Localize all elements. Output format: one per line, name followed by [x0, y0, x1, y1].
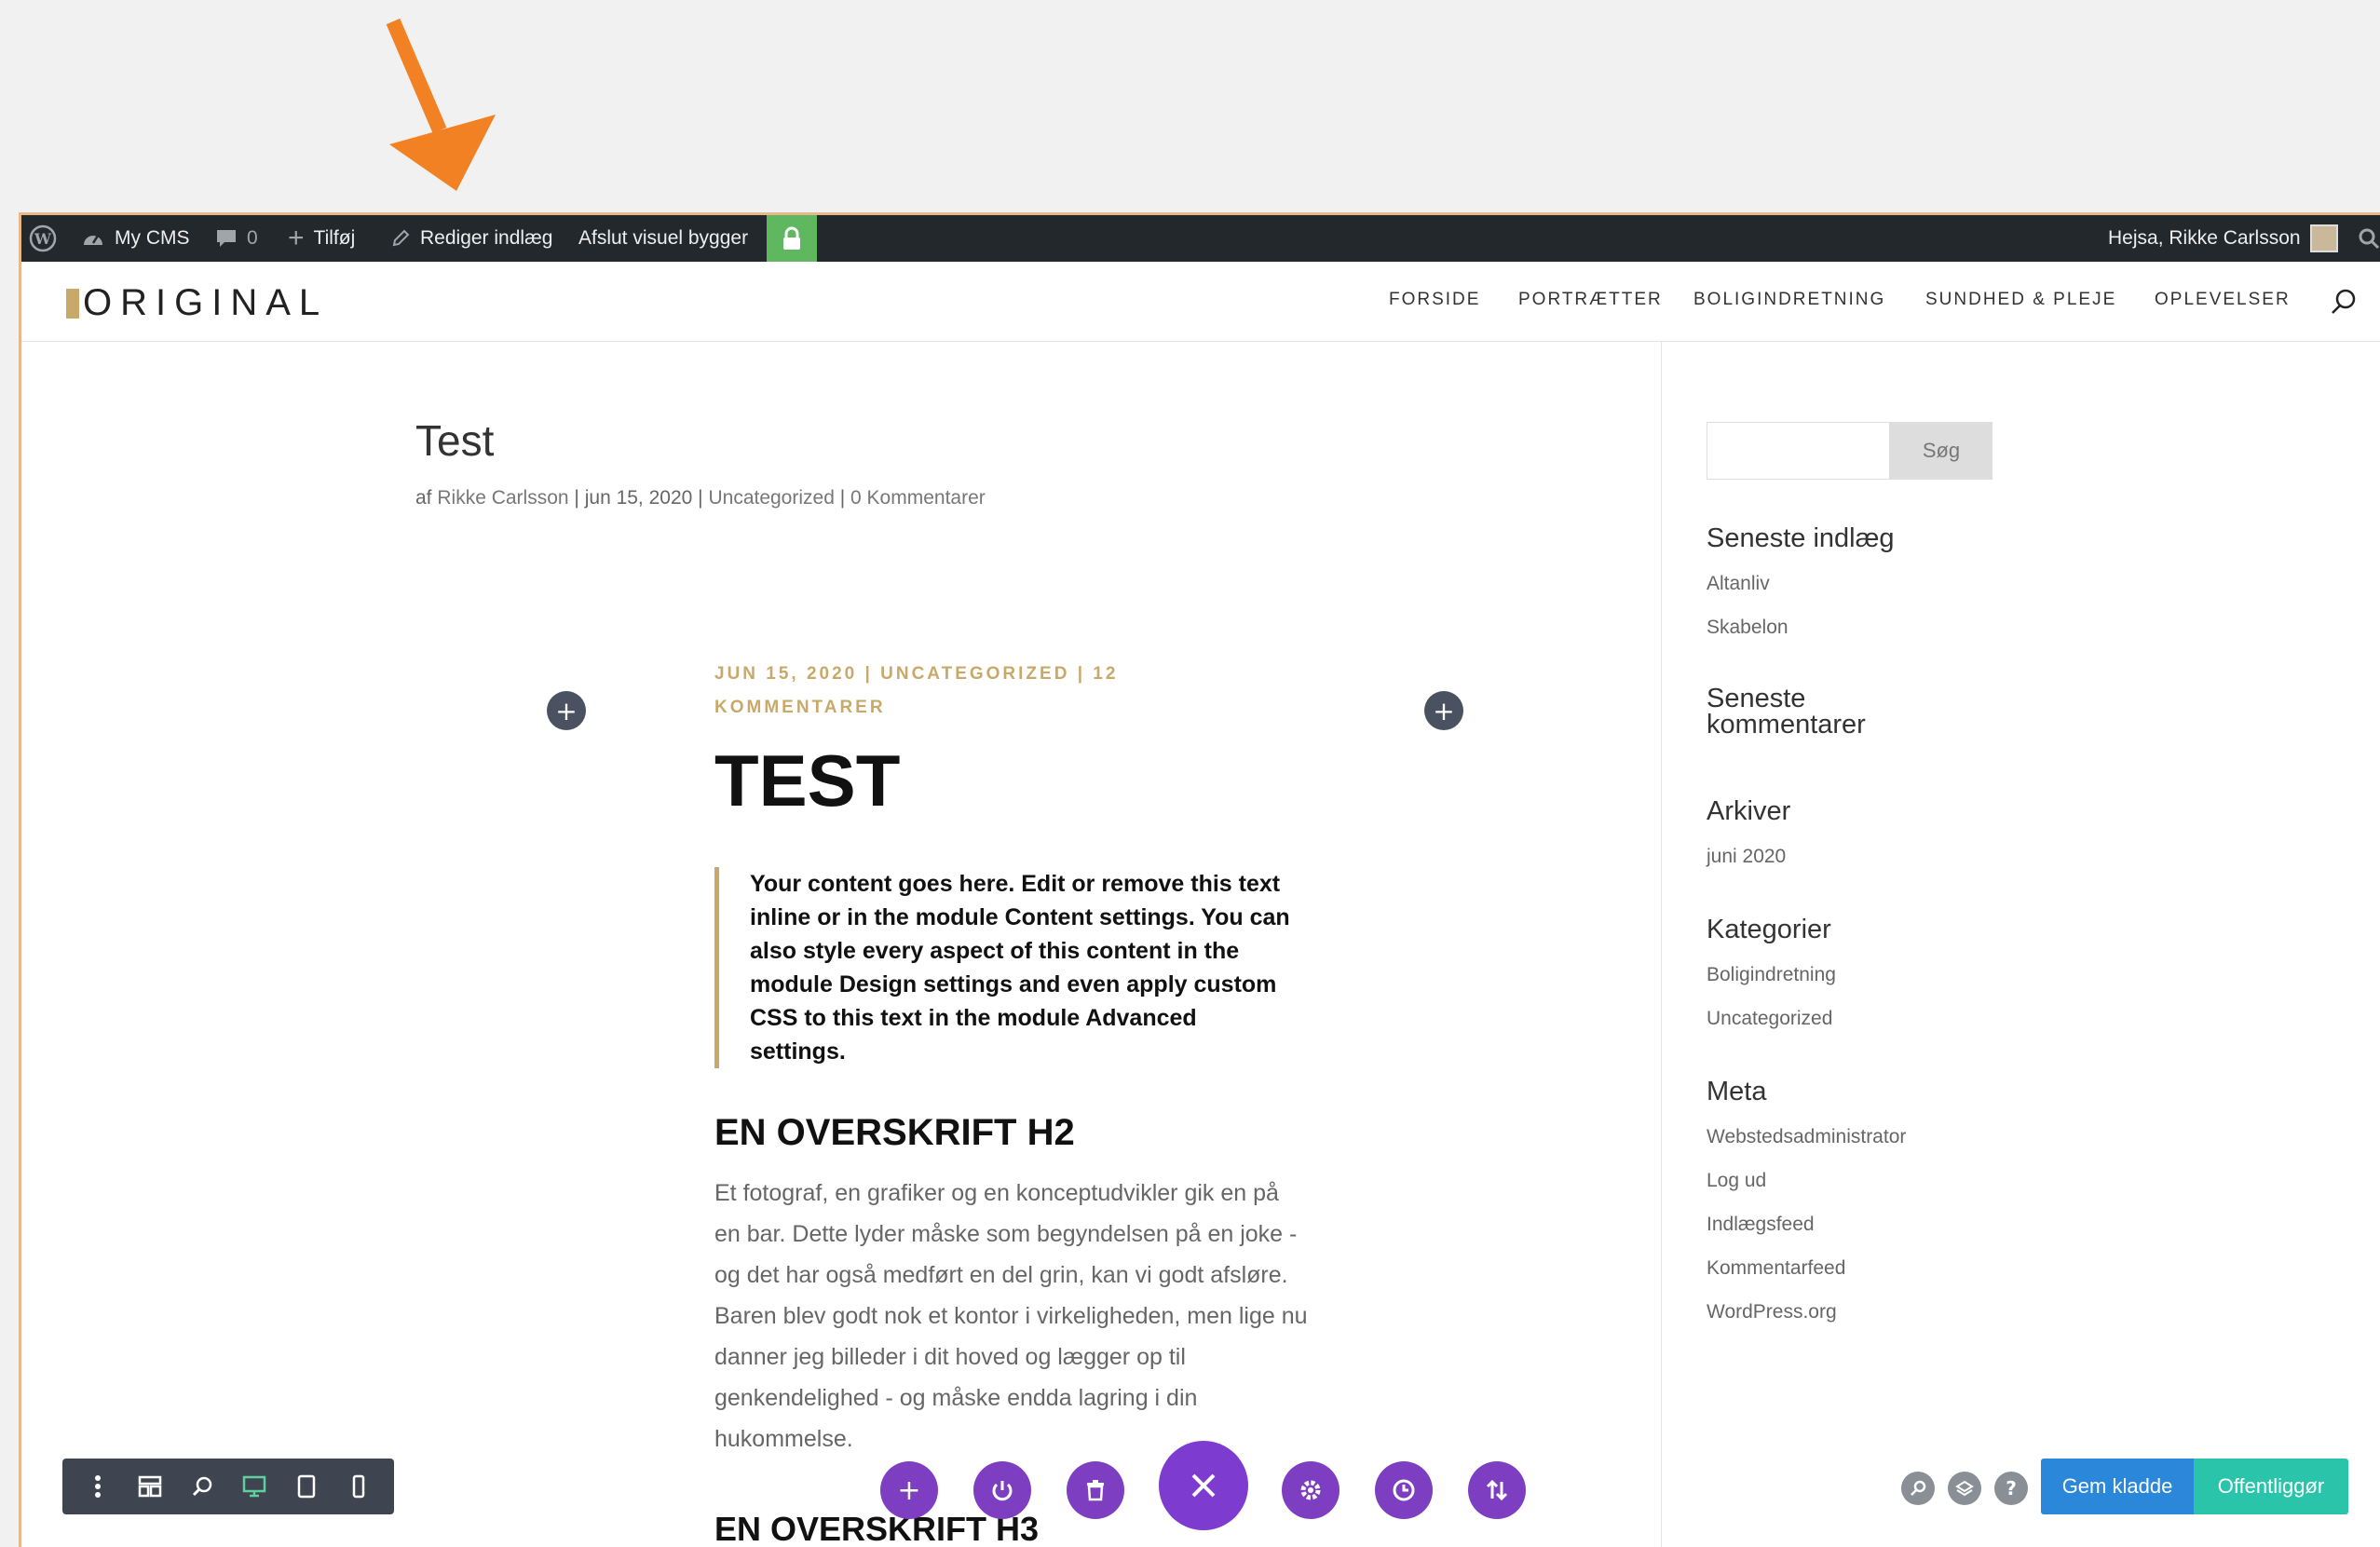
meta-separator: | [698, 487, 709, 509]
pencil-icon [392, 229, 410, 247]
logo-mark [66, 288, 79, 319]
meta-link[interactable]: WordPress.org [1707, 1301, 1837, 1323]
category-link[interactable]: Boligindretning [1707, 964, 1836, 986]
wireframe-view-icon[interactable] [137, 1473, 163, 1500]
post-category-link[interactable]: Uncategorized [708, 487, 834, 509]
save-draft-button[interactable]: Gem kladde [2041, 1459, 2194, 1514]
nav-item-sundhed-pleje[interactable]: SUNDHED & PLEJE [1925, 290, 2116, 310]
help-icon[interactable]: ? [1994, 1472, 2028, 1505]
archive-link[interactable]: juni 2020 [1707, 846, 1786, 868]
clock-icon [1393, 1479, 1415, 1501]
zoom-icon[interactable] [189, 1473, 215, 1500]
site-name-label: My CMS [115, 227, 190, 249]
add-module-button[interactable]: + [880, 1461, 938, 1519]
svg-text:W: W [34, 230, 52, 248]
post-date: jun 15, 2020 [584, 487, 693, 509]
reorder-button[interactable] [1468, 1461, 1526, 1519]
widget-title-recent-posts: Seneste indlæg [1707, 523, 1895, 553]
layers-icon[interactable] [1948, 1472, 1981, 1505]
close-builder-button[interactable] [1159, 1441, 1248, 1530]
portability-button[interactable] [973, 1461, 1031, 1519]
wordpress-logo-icon[interactable]: W [29, 215, 57, 262]
module-title: TEST [714, 740, 901, 821]
more-options-icon[interactable] [85, 1473, 111, 1500]
avatar [2309, 224, 2338, 252]
plus-icon: + [288, 223, 305, 253]
widget-title-archives: Arkiver [1707, 796, 1791, 826]
nav-item-oplevelser[interactable]: OPLEVELSER [2155, 290, 2291, 310]
add-column-right-button[interactable]: + [1424, 691, 1463, 730]
tablet-view-icon[interactable] [293, 1473, 320, 1500]
nav-item-forside[interactable]: FORSIDE [1389, 290, 1480, 310]
exit-visual-builder-link[interactable]: Afslut visuel bygger [578, 215, 748, 262]
lock-button[interactable] [767, 215, 817, 262]
phone-view-icon[interactable] [346, 1473, 372, 1500]
comments-count: 0 [247, 227, 258, 249]
browser-viewport: W My CMS 0 + Tilføj Rediger indlæg Afslu… [19, 212, 2380, 1547]
annotation-arrow-down [386, 18, 496, 191]
desktop-view-icon[interactable] [241, 1473, 267, 1500]
module-blockquote[interactable]: Your content goes here. Edit or remove t… [714, 867, 1292, 1068]
history-button[interactable] [1375, 1461, 1433, 1519]
user-account-link[interactable]: Hejsa, Rikke Carlsson [2108, 215, 2338, 262]
widget-title-meta: Meta [1707, 1077, 1767, 1106]
meta-link[interactable]: Webstedsadministrator [1707, 1126, 1906, 1148]
post-meta: af Rikke Carlsson | jun 15, 2020 | Uncat… [415, 487, 986, 509]
post-author-link[interactable]: Rikke Carlsson [437, 487, 568, 509]
meta-separator: | [839, 487, 851, 509]
publish-button[interactable]: Offentliggør [2194, 1459, 2348, 1514]
logo-text: ORIGINAL [83, 282, 329, 323]
site-header: ORIGINAL FORSIDE PORTRÆTTER BOLIGINDRETN… [21, 262, 2380, 342]
post-meta-prefix: af [415, 487, 432, 509]
site-name-link[interactable]: My CMS [81, 215, 190, 262]
recent-post-link[interactable]: Altanliv [1707, 573, 1770, 595]
sidebar-search-button[interactable]: Søg [1890, 422, 1992, 480]
recent-post-link[interactable]: Skabelon [1707, 617, 1788, 639]
admin-search-icon[interactable] [2358, 215, 2380, 262]
find-icon[interactable] [1901, 1472, 1935, 1505]
search-icon[interactable] [2330, 288, 2358, 316]
sort-arrows-icon [1486, 1479, 1508, 1501]
site-logo[interactable]: ORIGINAL [66, 282, 328, 324]
admin-bar: W My CMS 0 + Tilføj Rediger indlæg Afslu… [21, 215, 2380, 262]
post-title: Test [415, 416, 495, 465]
edit-post-label: Rediger indlæg [420, 227, 553, 249]
module-post-meta: JUN 15, 2020 | UNCATEGORIZED | 12 KOMMEN… [714, 664, 1119, 717]
add-new-label: Tilføj [313, 227, 356, 249]
category-link[interactable]: Uncategorized [1707, 1008, 1832, 1030]
plus-icon: + [1433, 695, 1455, 726]
nav-item-boligindretning[interactable]: BOLIGINDRETNING [1693, 290, 1885, 310]
post-comments-link[interactable]: 0 Kommentarer [850, 487, 986, 509]
add-new-link[interactable]: + Tilføj [288, 215, 355, 262]
gear-icon [1300, 1480, 1321, 1500]
edit-post-link[interactable]: Rediger indlæg [390, 215, 552, 262]
widget-title-recent-comments: Seneste kommentarer [1707, 684, 1866, 740]
greeting-label: Hejsa, Rikke Carlsson [2108, 227, 2301, 249]
trash-icon [1087, 1480, 1104, 1501]
sidebar-search-input[interactable] [1707, 422, 1890, 480]
nav-item-portraetter[interactable]: PORTRÆTTER [1518, 290, 1663, 310]
lock-icon [783, 226, 800, 250]
sidebar-divider [1661, 341, 1662, 1547]
comments-link[interactable]: 0 [215, 215, 258, 262]
exit-visual-builder-label: Afslut visuel bygger [578, 227, 749, 249]
power-icon [992, 1481, 1013, 1501]
dashboard-icon [84, 235, 102, 245]
body-paragraph[interactable]: Et fotograf, en grafiker og en konceptud… [714, 1173, 1311, 1459]
plus-icon: + [897, 1473, 921, 1507]
meta-separator: | [574, 487, 585, 509]
meta-link[interactable]: Log ud [1707, 1170, 1766, 1192]
comment-bubble-icon [217, 230, 236, 247]
add-column-left-button[interactable]: + [547, 691, 586, 730]
builder-view-toolbar [62, 1459, 394, 1514]
close-icon [1191, 1473, 1216, 1498]
clear-layout-button[interactable] [1067, 1461, 1124, 1519]
meta-link[interactable]: Indlægsfeed [1707, 1214, 1815, 1236]
widget-title-categories: Kategorier [1707, 915, 1831, 944]
plus-icon: + [555, 695, 578, 726]
meta-link[interactable]: Kommentarfeed [1707, 1257, 1845, 1280]
heading-h2: EN OVERSKRIFT H2 [714, 1112, 1075, 1153]
page-settings-button[interactable] [1282, 1461, 1340, 1519]
